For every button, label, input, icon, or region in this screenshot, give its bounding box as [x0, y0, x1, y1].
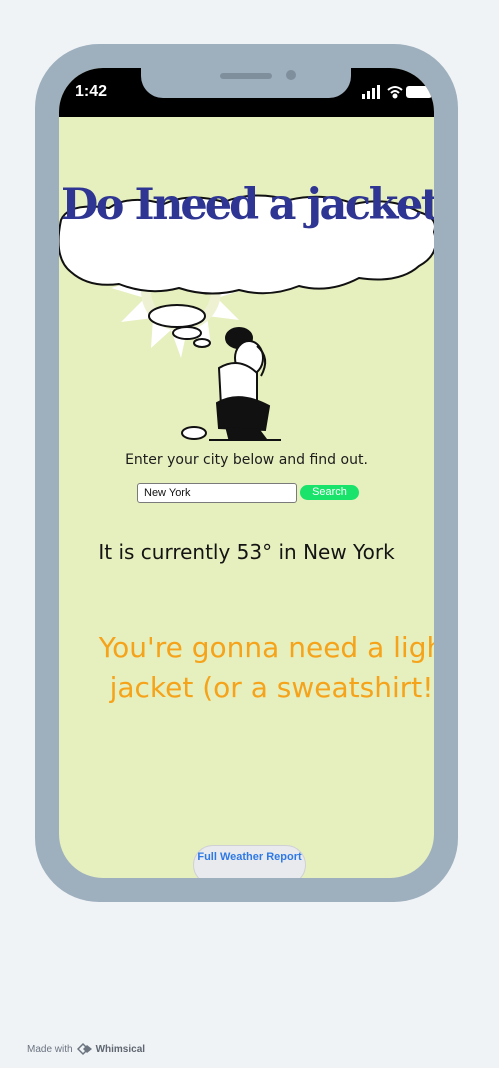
- app-title: Do Ineed a jacket: [61, 180, 434, 230]
- city-input[interactable]: [137, 483, 297, 503]
- full-weather-report-button[interactable]: Full Weather Report: [193, 845, 306, 878]
- phone-notch: [141, 68, 351, 98]
- title-word-jacket: jacket: [306, 180, 434, 230]
- battery-icon: [406, 86, 432, 98]
- speaker-grill: [220, 73, 272, 79]
- intro-text: Enter your city below and find out.: [125, 452, 368, 468]
- current-weather-text: It is currently 53° in New York: [98, 540, 395, 564]
- title-word-a: a: [268, 180, 297, 230]
- made-with-label: Made with: [27, 1043, 73, 1055]
- made-with-badge[interactable]: Made with Whimsical: [27, 1042, 145, 1056]
- whimsical-logo-icon: [76, 1042, 92, 1056]
- search-button[interactable]: Search: [300, 485, 359, 500]
- title-word-need: need: [152, 180, 259, 230]
- status-icons: [362, 85, 432, 99]
- title-word-i: I: [134, 180, 154, 230]
- verdict-line-1: You're gonna need a light: [98, 631, 434, 664]
- title-word-do: Do: [61, 180, 124, 230]
- front-camera: [286, 70, 296, 80]
- wifi-icon: [387, 86, 403, 99]
- phone-screen: 1:42 Do Ineed a jacket Enter your city b…: [59, 68, 434, 878]
- verdict-line-2: jacket (or a sweatshirt!): [109, 671, 434, 704]
- jacket-verdict: You're gonna need a light jacket (or a s…: [59, 628, 434, 708]
- whimsical-brand: Whimsical: [95, 1043, 146, 1055]
- signal-icon: [362, 85, 380, 99]
- status-time: 1:42: [75, 83, 108, 100]
